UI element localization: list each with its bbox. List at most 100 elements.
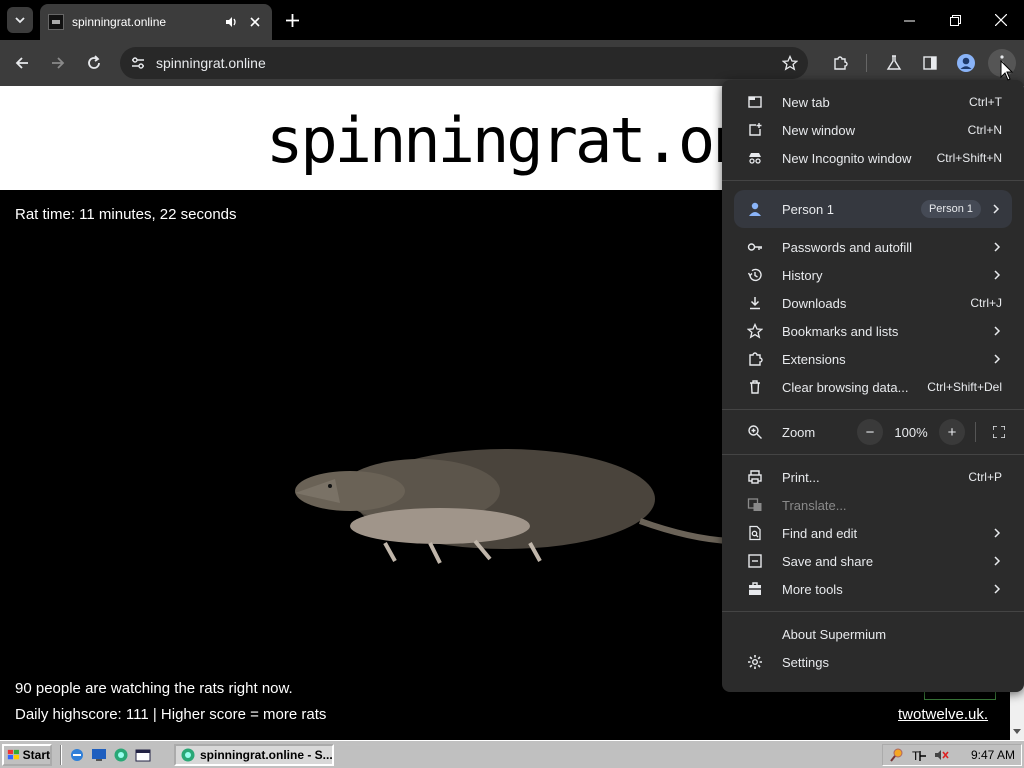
taskbar: Start spinningrat.online - S... T 9:47 A…	[0, 740, 1024, 768]
restore-icon	[949, 14, 961, 26]
quicklaunch-ie[interactable]	[68, 746, 86, 764]
fullscreen-icon	[993, 426, 1005, 438]
taskbar-item-browser[interactable]: spinningrat.online - S...	[174, 744, 334, 766]
tab-audio-button[interactable]	[222, 13, 240, 31]
avatar-icon	[957, 54, 975, 72]
menu-extensions[interactable]: Extensions	[734, 345, 1014, 373]
menu-passwords[interactable]: Passwords and autofill	[734, 233, 1014, 261]
menu-bookmarks[interactable]: Bookmarks and lists	[734, 317, 1014, 345]
chevron-right-icon	[992, 270, 1002, 280]
tune-icon	[132, 57, 144, 69]
menu-print[interactable]: Print... Ctrl+P	[734, 463, 1014, 491]
save-share-icon	[746, 552, 764, 570]
menu-separator	[722, 611, 1024, 612]
quicklaunch-browser[interactable]	[112, 746, 130, 764]
menu-save-and-share[interactable]: Save and share	[734, 547, 1014, 575]
mouse-cursor-icon	[1000, 60, 1014, 81]
forward-button[interactable]	[44, 49, 72, 77]
url-text: spinningrat.online	[156, 55, 266, 71]
find-icon	[746, 524, 764, 542]
desktop-icon	[92, 749, 106, 761]
new-tab-button[interactable]	[280, 8, 304, 32]
address-bar[interactable]: spinningrat.online	[120, 47, 808, 79]
quicklaunch-desktop[interactable]	[90, 746, 108, 764]
zoom-icon	[746, 423, 764, 441]
menu-find-and-edit[interactable]: Find and edit	[734, 519, 1014, 547]
toolbar-divider	[866, 54, 867, 72]
puzzle-icon	[746, 350, 764, 368]
toolbox-icon	[746, 580, 764, 598]
search-tray-icon[interactable]	[889, 747, 905, 763]
incognito-icon	[746, 149, 764, 167]
menu-new-window[interactable]: New window Ctrl+N	[734, 116, 1014, 144]
svg-text:T: T	[912, 749, 920, 763]
profile-button[interactable]	[952, 49, 980, 77]
reload-button[interactable]	[80, 49, 108, 77]
menu-separator	[722, 409, 1024, 410]
fullscreen-button[interactable]	[986, 419, 1012, 445]
menu-more-tools[interactable]: More tools	[734, 575, 1014, 603]
zoom-label: Zoom	[782, 424, 816, 440]
menu-about[interactable]: About Supermium	[734, 620, 1014, 648]
windows-flag-icon	[7, 749, 19, 760]
puzzle-icon	[834, 56, 848, 70]
new-tab-icon	[746, 93, 764, 111]
menu-new-tab[interactable]: New tab Ctrl+T	[734, 88, 1014, 116]
flask-icon	[886, 55, 902, 70]
printer-icon	[746, 468, 764, 486]
scroll-down-arrow[interactable]	[1010, 724, 1024, 738]
minimize-icon	[903, 20, 915, 21]
browser-globe-icon	[114, 748, 128, 762]
menu-translate[interactable]: Translate...	[734, 491, 1014, 519]
star-icon	[746, 322, 764, 340]
volume-muted-icon[interactable]	[933, 747, 949, 763]
restore-button[interactable]	[932, 0, 978, 40]
bookmark-star-button[interactable]	[780, 53, 800, 73]
chevron-right-icon	[993, 202, 1000, 217]
triangle-down-icon	[1013, 728, 1021, 734]
menu-new-incognito[interactable]: New Incognito window Ctrl+Shift+N	[734, 144, 1014, 172]
tab-strip: spinningrat.online	[0, 0, 1024, 40]
tab-title: spinningrat.online	[72, 15, 167, 29]
tab-close-button[interactable]	[246, 13, 264, 31]
menu-clear-browsing-data[interactable]: Clear browsing data... Ctrl+Shift+Del	[734, 373, 1014, 401]
chevron-right-icon	[992, 354, 1002, 364]
zoom-out-button[interactable]: −	[857, 419, 883, 445]
chevron-down-icon	[15, 17, 25, 24]
menu-person-1[interactable]: Person 1 Person 1	[734, 190, 1012, 228]
extensions-button[interactable]	[826, 49, 854, 77]
minimize-button[interactable]	[886, 0, 932, 40]
menu-history[interactable]: History	[734, 261, 1014, 289]
history-icon	[746, 266, 764, 284]
arrow-right-icon	[52, 57, 65, 69]
menu-separator	[722, 180, 1024, 181]
window-icon	[135, 749, 151, 762]
chevron-right-icon	[992, 326, 1002, 336]
zoom-divider	[975, 422, 976, 442]
quicklaunch-window[interactable]	[134, 746, 152, 764]
ime-tray-icon[interactable]: T	[911, 747, 927, 763]
close-window-button[interactable]	[978, 0, 1024, 40]
menu-settings[interactable]: Settings	[734, 648, 1014, 676]
start-button[interactable]: Start	[2, 744, 52, 766]
side-panel-button[interactable]	[916, 49, 944, 77]
person-chip: Person 1	[920, 200, 981, 218]
tab-search-button[interactable]	[7, 7, 33, 33]
key-icon	[746, 238, 764, 256]
gear-icon	[746, 653, 764, 671]
internet-explorer-icon	[71, 749, 83, 761]
chevron-right-icon	[992, 584, 1002, 594]
menu-downloads[interactable]: Downloads Ctrl+J	[734, 289, 1014, 317]
star-icon	[782, 55, 798, 71]
back-button[interactable]	[8, 49, 36, 77]
chevron-right-icon	[992, 556, 1002, 566]
zoom-in-button[interactable]: +	[939, 419, 965, 445]
new-window-icon	[746, 121, 764, 139]
twotwelve-link[interactable]: twotwelve.uk.	[898, 706, 988, 723]
site-info-button[interactable]	[128, 53, 148, 73]
close-icon	[995, 14, 1007, 26]
browser-tab[interactable]: spinningrat.online	[40, 4, 272, 40]
labs-button[interactable]	[880, 49, 908, 77]
chevron-right-icon	[992, 528, 1002, 538]
rat-time-text: Rat time: 11 minutes, 22 seconds	[15, 206, 237, 223]
